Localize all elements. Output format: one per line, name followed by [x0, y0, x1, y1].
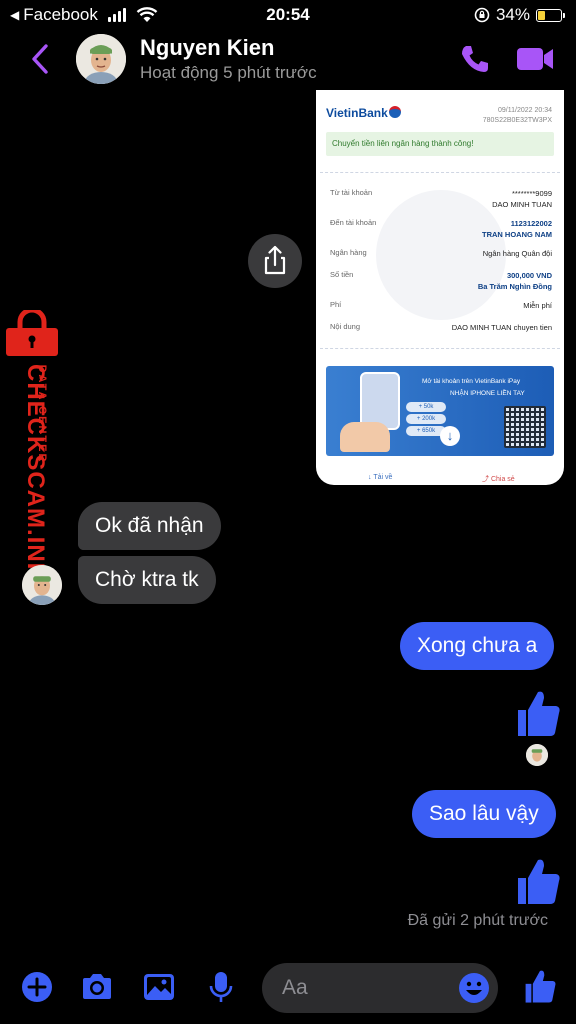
video-call-icon[interactable] — [515, 44, 555, 74]
share-button[interactable] — [248, 234, 302, 288]
row-value-2: DAO MINH TUAN — [492, 200, 552, 209]
promo-line-1: Mở tài khoản trên VietinBank iPay — [422, 378, 521, 385]
memoji-avatar-icon — [22, 565, 62, 605]
message-input[interactable]: Aa — [262, 963, 498, 1013]
thumbs-up-icon[interactable] — [514, 688, 562, 738]
emoji-icon[interactable] — [458, 972, 490, 1004]
sent-status: Đã gửi 2 phút trước — [407, 912, 548, 929]
outgoing-message[interactable]: Xong chưa a — [400, 622, 555, 670]
row-label: Nội dung — [330, 322, 361, 331]
row-value-1: ********9099 — [511, 189, 552, 198]
photo-gallery-icon[interactable] — [142, 970, 176, 1004]
battery-fill — [538, 10, 546, 20]
row-value: 300,000 VND Ba Trăm Nghìn Đồng — [478, 270, 552, 292]
plus-icon[interactable] — [20, 970, 54, 1004]
success-banner: Chuyển tiền liên ngân hàng thành công! — [326, 132, 554, 156]
incoming-message[interactable]: Chờ ktra tk — [78, 556, 216, 604]
row-value: Ngân hàng Quân đội — [482, 249, 552, 258]
row-label: Ngân hàng — [330, 248, 367, 257]
promo-banner: + 50k + 200k + 650k Mở tài khoản trên Vi… — [326, 366, 554, 456]
row-label: Số tiền — [330, 270, 354, 279]
incoming-message[interactable]: Ok đã nhận — [78, 502, 221, 550]
row-label: Phí — [330, 300, 342, 309]
memoji-avatar-icon — [526, 744, 548, 766]
battery-percent: 34% — [495, 5, 530, 24]
receipt-download-link: ↓ Tải về — [368, 474, 393, 481]
row-value-2: Ba Trăm Nghìn Đồng — [477, 282, 552, 291]
divider — [320, 348, 560, 349]
back-chevron-icon[interactable] — [28, 42, 52, 76]
receipt-datetime: 09/11/2022 20:34 780S22B0E32TW3PX — [483, 106, 552, 126]
receipt-date: 09/11/2022 20:34 — [498, 107, 552, 114]
message-input-placeholder: Aa — [282, 976, 308, 999]
battery-icon — [536, 8, 565, 22]
message-composer: Aa — [0, 960, 576, 1024]
divider — [320, 172, 560, 173]
contact-avatar[interactable] — [76, 34, 126, 84]
promo-line-2: NHẬN IPHONE LIỀN TAY — [450, 390, 525, 397]
orientation-lock-icon — [474, 7, 490, 23]
contact-avatar-small[interactable] — [22, 565, 62, 605]
row-label: Đến tài khoản — [330, 218, 377, 227]
row-value-1: 300,000 VND — [506, 271, 552, 280]
watermark-sub-text: DATA CENTER — [36, 364, 48, 464]
bank-transfer-receipt-image[interactable]: VietinBank 09/11/2022 20:34 780S22B0E32T… — [316, 90, 564, 485]
receipt-ref: 780S22B0E32TW3PX — [482, 117, 552, 124]
memoji-avatar-icon — [76, 34, 126, 84]
qr-code-icon — [504, 406, 546, 448]
hand-illustration — [340, 422, 390, 452]
thumbs-up-icon[interactable] — [514, 856, 562, 906]
promo-chip: + 50k — [406, 402, 446, 412]
vietinbank-logo: VietinBank — [326, 106, 401, 120]
row-value: Miễn phí — [523, 301, 552, 310]
row-value-1: 1123122002 — [510, 219, 552, 228]
receipt-share-link: ⤴ Chia sẻ — [482, 476, 515, 483]
contact-active-status: Hoạt động 5 phút trước — [140, 63, 317, 82]
share-label: Chia sẻ — [490, 476, 515, 483]
row-value-2: TRAN HOANG NAM — [482, 230, 552, 239]
promo-chip: + 200k — [406, 414, 446, 424]
download-label: Tải về — [373, 474, 393, 481]
chat-header: Nguyen Kien Hoạt động 5 phút trước — [0, 30, 576, 90]
microphone-icon[interactable] — [204, 970, 238, 1004]
download-arrow-icon: ↓ — [440, 426, 460, 446]
seen-avatar — [526, 744, 548, 766]
status-bar: ◀ Facebook 20:54 34% — [0, 0, 576, 30]
row-value: ********9099 DAO MINH TUAN — [492, 188, 552, 210]
phone-call-icon[interactable] — [458, 42, 492, 76]
row-label: Từ tài khoản — [330, 188, 373, 197]
row-value: 1123122002 TRAN HOANG NAM — [482, 218, 552, 240]
camera-icon[interactable] — [80, 970, 114, 1004]
outgoing-message[interactable]: Sao lâu vậy — [412, 790, 556, 838]
lock-icon — [6, 310, 58, 356]
thumbs-up-send-icon[interactable] — [522, 968, 558, 1004]
row-value: DAO MINH TUAN chuyen tien — [451, 323, 552, 332]
share-icon — [264, 245, 286, 275]
contact-name[interactable]: Nguyen Kien — [140, 35, 274, 61]
